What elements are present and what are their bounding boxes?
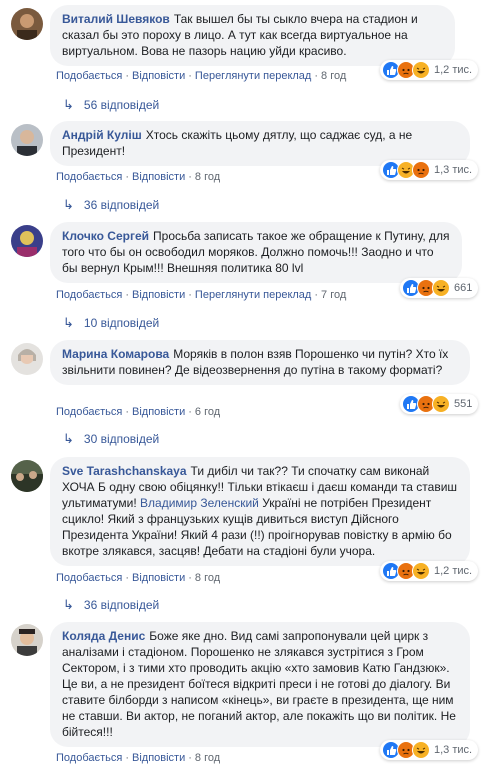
comment-author[interactable]: Sve Tarashchanskaya — [62, 464, 187, 478]
separator-dot: · — [188, 289, 192, 301]
avatar[interactable] — [11, 124, 43, 156]
reply-arrow-icon: ↳ — [63, 597, 74, 612]
haha-reaction-icon — [432, 395, 450, 413]
reactions-count: 1,2 тис. — [434, 64, 473, 76]
comment-time[interactable]: 7 год — [321, 289, 346, 301]
reactions-summary[interactable]: 661 — [400, 278, 479, 298]
comment-actions: Подобається · Відповісти · 8 год — [56, 571, 220, 585]
separator-dot: · — [188, 70, 192, 82]
separator-dot: · — [314, 289, 319, 301]
reply-link[interactable]: Відповісти — [132, 572, 185, 584]
comment-author[interactable]: Марина Комарова — [62, 347, 169, 361]
reply-arrow-icon: ↳ — [63, 97, 74, 112]
comment-actions: Подобається · Відповісти · Переглянути перек… — [56, 69, 346, 83]
comment-bubble: Sve Tarashchanskaya Ти дибіл чи так?? Ти … — [50, 457, 470, 566]
reply-link[interactable]: Відповісти — [132, 752, 185, 764]
avatar[interactable] — [11, 8, 43, 40]
reactions-summary[interactable]: 1,3 тис. — [380, 160, 479, 180]
view-replies-link[interactable]: ↳ 36 відповідей — [63, 597, 159, 613]
comment-actions: Подобається · Відповісти · Переглянути перек… — [56, 288, 346, 302]
angry-reaction-icon — [412, 161, 430, 179]
reactions-summary[interactable]: 1,2 тис. — [380, 60, 479, 80]
reply-link[interactable]: Відповісти — [132, 171, 185, 183]
reply-arrow-icon: ↳ — [63, 431, 74, 446]
view-replies-link[interactable]: ↳ 56 відповідей — [63, 97, 159, 113]
reply-link[interactable]: Відповісти — [132, 406, 185, 418]
reply-link[interactable]: Відповісти — [132, 289, 185, 301]
replies-count: 30 відповідей — [83, 432, 160, 446]
separator-dot: · — [125, 70, 129, 82]
comment-time[interactable]: 8 год — [321, 70, 346, 82]
separator-dot: · — [188, 572, 192, 584]
reply-arrow-icon: ↳ — [63, 315, 74, 330]
comment-bubble: Марина Комарова Моряків в полон взяв Поро… — [50, 340, 470, 385]
reactions-count: 1,3 тис. — [434, 164, 473, 176]
comment-bubble: Клочко Сергей Просьба записать такое же о… — [50, 222, 462, 283]
reactions-summary[interactable]: 1,3 тис. — [380, 740, 479, 760]
comment-author[interactable]: Андрій Куліш — [62, 128, 142, 142]
comment-time[interactable]: 8 год — [195, 171, 220, 183]
separator-dot: · — [125, 752, 129, 764]
translate-link[interactable]: Переглянути переклад — [195, 70, 311, 82]
comment-bubble: Виталий Шевяков Так вышел бы ты сыкло вче… — [50, 5, 455, 66]
reply-arrow-icon: ↳ — [63, 197, 74, 212]
like-link[interactable]: Подобається — [56, 572, 122, 584]
replies-count: 10 відповідей — [83, 316, 160, 330]
avatar[interactable] — [11, 343, 43, 375]
reactions-count: 1,2 тис. — [434, 565, 473, 577]
haha-reaction-icon — [412, 562, 430, 580]
replies-count: 36 відповідей — [83, 598, 160, 612]
like-link[interactable]: Подобається — [56, 70, 122, 82]
haha-reaction-icon — [412, 741, 430, 759]
separator-dot: · — [188, 406, 192, 418]
replies-count: 56 відповідей — [83, 98, 160, 112]
replies-count: 36 відповідей — [83, 198, 160, 212]
separator-dot: · — [125, 572, 129, 584]
reactions-count: 1,3 тис. — [434, 744, 473, 756]
comment-author[interactable]: Клочко Сергей — [62, 229, 149, 243]
comment-time[interactable]: 8 год — [195, 752, 220, 764]
like-link[interactable]: Подобається — [56, 406, 122, 418]
haha-reaction-icon — [412, 61, 430, 79]
separator-dot: · — [125, 171, 129, 183]
avatar[interactable] — [11, 225, 43, 257]
reactions-summary[interactable]: 1,2 тис. — [380, 561, 479, 581]
like-link[interactable]: Подобається — [56, 171, 122, 183]
user-mention-link[interactable]: Владимир Зеленский — [140, 496, 259, 510]
translate-link[interactable]: Переглянути переклад — [195, 289, 311, 301]
view-replies-link[interactable]: ↳ 36 відповідей — [63, 197, 159, 213]
comment-actions: Подобається · Відповісти · 8 год — [56, 751, 220, 765]
comment-actions: Подобається · Відповісти · 8 год — [56, 170, 220, 184]
reactions-count: 661 — [454, 282, 473, 294]
haha-reaction-icon — [432, 279, 450, 297]
view-replies-link[interactable]: ↳ 10 відповідей — [63, 315, 159, 331]
comment-time[interactable]: 6 год — [195, 406, 220, 418]
reply-link[interactable]: Відповісти — [132, 70, 185, 82]
separator-dot: · — [314, 70, 319, 82]
comment-author[interactable]: Виталий Шевяков — [62, 12, 170, 26]
like-link[interactable]: Подобається — [56, 289, 122, 301]
separator-dot: · — [188, 171, 192, 183]
separator-dot: · — [125, 406, 129, 418]
like-link[interactable]: Подобається — [56, 752, 122, 764]
avatar[interactable] — [11, 460, 43, 492]
comment-actions: Подобається · Відповісти · 6 год — [56, 405, 220, 419]
reactions-summary[interactable]: 551 — [400, 394, 479, 414]
comment-text: Боже яке дно. Вид самі запропонували цей… — [62, 629, 456, 739]
comment-time[interactable]: 8 год — [195, 572, 220, 584]
separator-dot: · — [188, 752, 192, 764]
separator-dot: · — [125, 289, 129, 301]
comment-bubble: Коляда Денис Боже яке дно. Вид самі запро… — [50, 622, 470, 747]
reactions-count: 551 — [454, 398, 473, 410]
avatar[interactable] — [11, 624, 43, 656]
view-replies-link[interactable]: ↳ 30 відповідей — [63, 431, 159, 447]
comment-author[interactable]: Коляда Денис — [62, 629, 145, 643]
